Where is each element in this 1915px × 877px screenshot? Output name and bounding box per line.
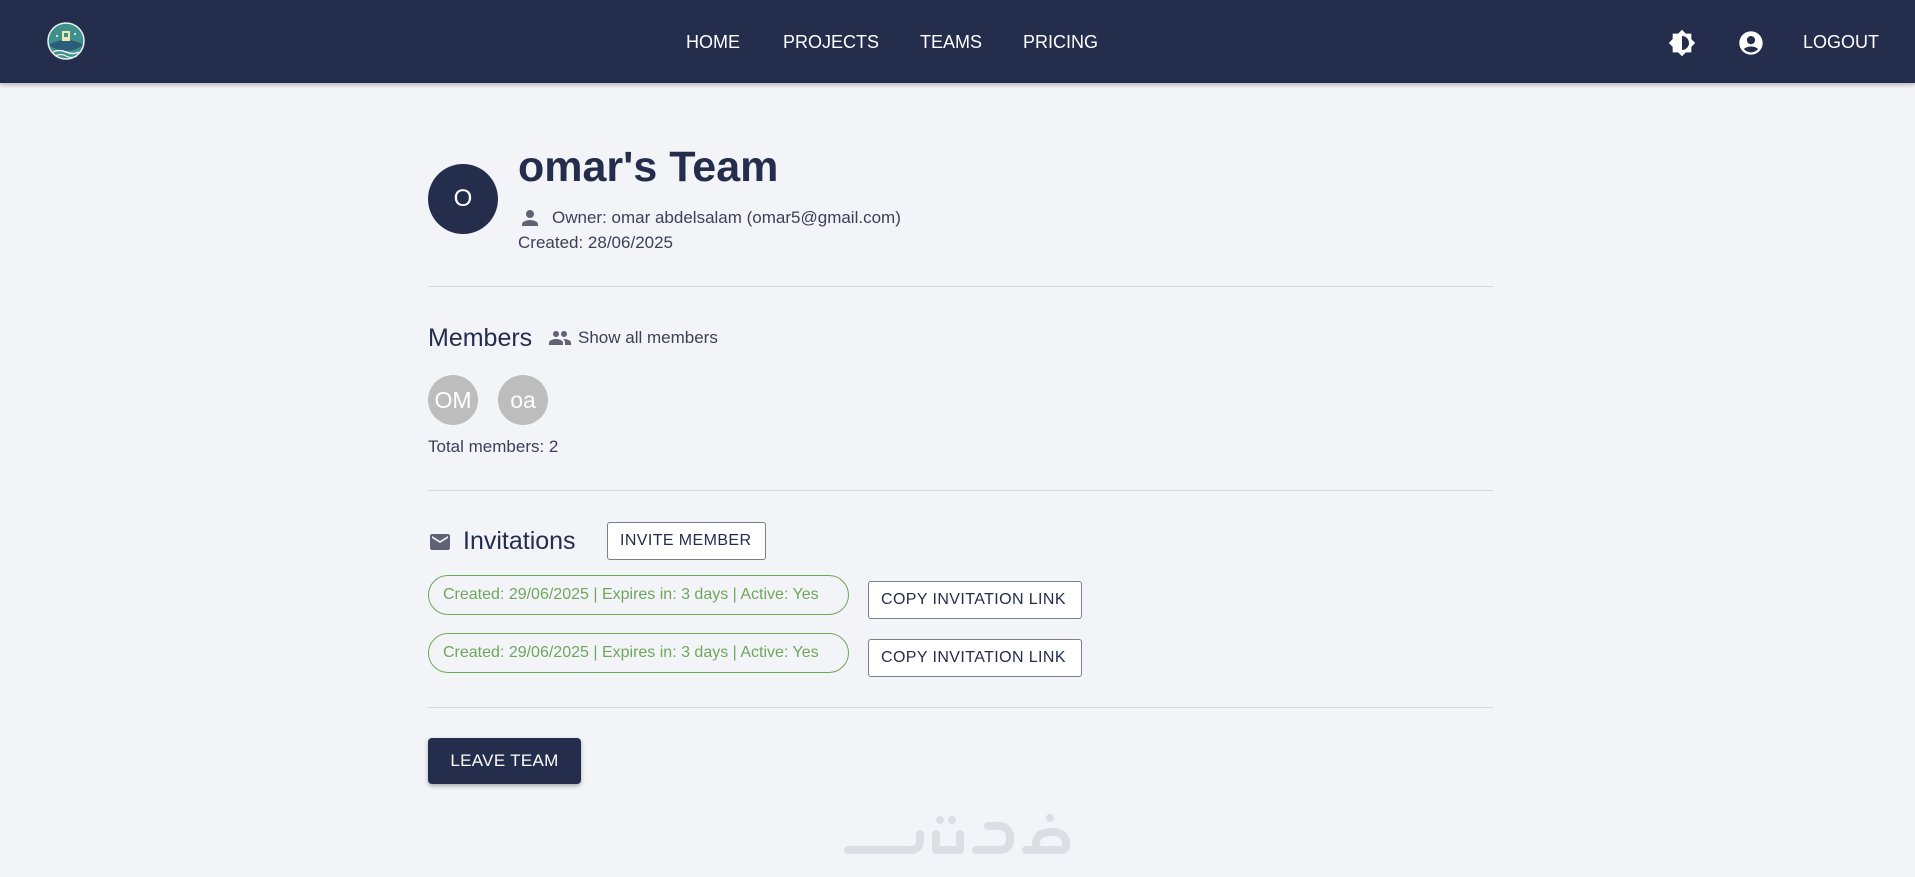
invitation-status-chip: Created: 29/06/2025 | Expires in: 3 days… [428,633,849,673]
created-date: Created: 28/06/2025 [518,233,674,252]
owner-info: Owner: omar abdelsalam (omar5@gmail.com) [518,206,901,230]
nav-projects[interactable]: PROJECTS [783,32,879,53]
divider [428,286,1493,287]
team-avatar-letter: O [453,185,473,212]
invitation-status-chip: Created: 29/06/2025 | Expires in: 3 days… [428,575,849,615]
logout-link[interactable]: LOGOUT [1803,32,1879,53]
total-members: Total members: 2 [428,437,559,456]
nav-teams[interactable]: TEAMS [920,32,982,53]
nav-home[interactable]: HOME [686,32,740,53]
copy-invitation-link-button[interactable]: COPY INVITATION LINK [868,639,1082,677]
invitations-heading: Invitations [463,527,576,555]
logo-icon[interactable] [45,22,87,62]
brightness-icon[interactable] [1668,29,1696,57]
top-navbar: HOME PROJECTS TEAMS PRICING LOGOUT [0,0,1915,83]
page-title: omar's Team [518,143,779,191]
divider [428,490,1493,491]
copy-invitation-link-button[interactable]: COPY INVITATION LINK [868,581,1082,619]
owner-text: Owner: omar abdelsalam (omar5@gmail.com) [552,208,901,227]
member-initials: oa [510,386,536,413]
nav-pricing[interactable]: PRICING [1023,32,1098,53]
mail-icon [430,534,450,550]
member-avatar[interactable]: oa [498,375,548,425]
team-avatar: O [428,164,498,234]
show-all-members-button[interactable]: Show all members [548,326,718,350]
person-icon [522,210,538,226]
invite-member-button[interactable]: INVITE MEMBER [607,522,766,560]
members-heading: Members [428,324,533,352]
group-icon [549,331,571,345]
member-initials: OM [434,386,472,413]
member-avatar[interactable]: OM [428,375,478,425]
leave-team-button[interactable]: LEAVE TEAM [428,738,581,784]
divider [428,707,1493,708]
show-all-members-label: Show all members [578,328,718,347]
watermark-logo [844,814,1070,854]
account-circle-icon[interactable] [1737,29,1765,57]
